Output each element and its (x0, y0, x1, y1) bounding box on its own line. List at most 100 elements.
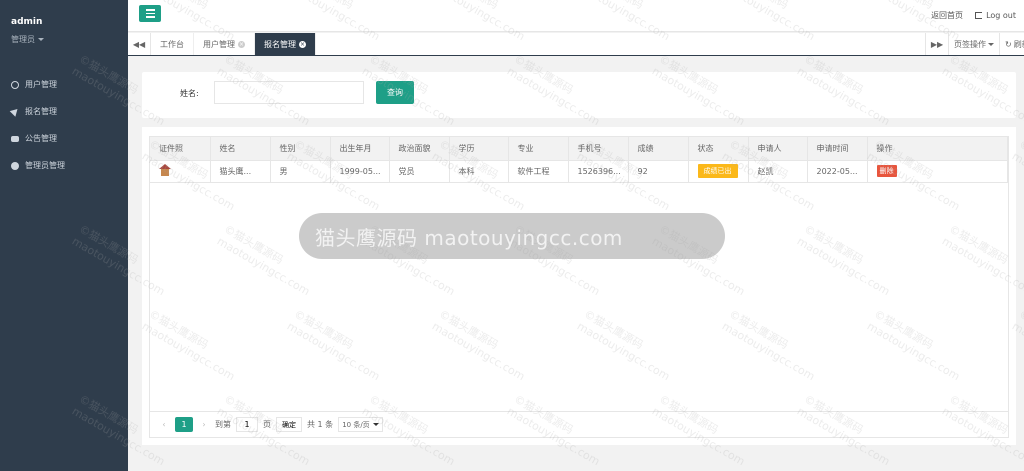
total-count: 共 1 条 (307, 420, 334, 429)
column-header[interactable]: 申请时间 (807, 137, 868, 161)
chevron-down-icon (988, 42, 994, 46)
home-link[interactable]: 返回首页 (931, 10, 963, 21)
page-size-select[interactable]: 10 条/页 (338, 417, 383, 432)
double-chevron-right-icon: ▶▶ (930, 39, 944, 49)
column-header[interactable]: 专业 (508, 137, 569, 161)
next-page-icon[interactable]: › (198, 420, 210, 429)
chevron-down-icon (372, 423, 379, 426)
data-table-container: 证件照 姓名 性别 出生年月 政治面貌 学历 专业 手机号 成绩 状态 申请人 … (149, 136, 1009, 438)
status-cell: 成绩已出 (688, 160, 749, 183)
tab-user-management[interactable]: 用户管理 × (194, 33, 255, 55)
sidebar-item-label: 用户管理 (25, 80, 57, 89)
photo-body (161, 169, 169, 176)
username: admin (11, 17, 43, 27)
sidebar-item-announcements[interactable]: 公告管理 (0, 125, 128, 152)
photo-cell[interactable] (150, 160, 211, 183)
education-cell: 本科 (449, 160, 509, 183)
apply-time-cell: 2022-05... (807, 160, 868, 183)
name-label: 姓名: (180, 89, 199, 98)
prev-page-icon[interactable]: ‹ (158, 420, 170, 429)
user-icon (11, 80, 19, 89)
tab-label: 报名管理 (264, 39, 296, 49)
refresh-label: 刷新 (1013, 39, 1024, 49)
table-header-row: 证件照 姓名 性别 出生年月 政治面貌 学历 专业 手机号 成绩 状态 申请人 … (150, 137, 1008, 161)
search-panel: 姓名: 查询 (142, 72, 1016, 118)
watermark-overlay: 猫头鹰源码 maotouyingcc.com (299, 213, 725, 259)
gender-cell: 男 (270, 160, 331, 183)
goto-confirm-button[interactable]: 确定 (276, 417, 302, 432)
action-cell: 删除 (867, 160, 1008, 183)
close-icon[interactable]: × (238, 40, 245, 48)
top-header: 返回首页 Log out (128, 0, 1024, 32)
menu-toggle-button[interactable] (139, 5, 161, 22)
sidebar: admin 管理员 用户管理 报名管理 公告管理 管理员管理 (0, 0, 128, 471)
major-cell: 软件工程 (508, 160, 569, 183)
logout-link[interactable]: Log out (975, 10, 1016, 21)
delete-button[interactable]: 删除 (876, 165, 897, 177)
page-unit-label: 页 (263, 420, 271, 429)
hamburger-line (145, 12, 155, 15)
header-actions: 返回首页 Log out (931, 10, 1016, 21)
column-header[interactable]: 证件照 (150, 137, 211, 161)
status-badge: 成绩已出 (697, 164, 738, 178)
role-label: 管理员 (11, 35, 35, 44)
column-header[interactable]: 状态 (688, 137, 749, 161)
column-header[interactable]: 申请人 (748, 137, 808, 161)
role-dropdown[interactable]: 管理员 (11, 34, 128, 45)
logout-icon (975, 12, 983, 19)
tab-label: 工作台 (160, 39, 184, 49)
tab-ops-dropdown[interactable]: 页签操作 (948, 33, 999, 55)
name-cell: 猫头鹰... (210, 160, 271, 183)
sidebar-item-label: 公告管理 (25, 134, 57, 143)
tab-spacer (316, 33, 925, 55)
sidebar-item-label: 报名管理 (25, 107, 57, 116)
column-header[interactable]: 出生年月 (330, 137, 390, 161)
admin-icon (11, 161, 19, 170)
pagination: ‹ 1 › 到第 页 确定 共 1 条 10 条/页 (150, 411, 1008, 437)
column-header[interactable]: 成绩 (628, 137, 689, 161)
hamburger-line (145, 16, 155, 18)
name-search-input[interactable] (214, 81, 364, 104)
double-chevron-left-icon: ◀◀ (132, 39, 146, 49)
send-icon (9, 106, 21, 117)
sidebar-item-label: 管理员管理 (25, 161, 65, 170)
column-header[interactable]: 性别 (270, 137, 331, 161)
tab-registration-management[interactable]: 报名管理 × (255, 33, 316, 55)
column-header[interactable]: 政治面貌 (389, 137, 450, 161)
id-photo-thumbnail[interactable] (159, 164, 171, 176)
applicant-cell: 赵凯 (748, 160, 808, 183)
tab-label: 用户管理 (203, 39, 235, 49)
tab-ops-label: 页签操作 (954, 39, 986, 49)
hamburger-icon (145, 9, 155, 11)
tab-bar: ◀◀ 工作台 用户管理 × 报名管理 × ▶▶ 页签操作 ↻ 刷新 (128, 33, 1024, 56)
table-row[interactable]: 猫头鹰... 男 1999-05... 党员 本科 软件工程 1526396..… (150, 160, 1008, 183)
refresh-icon: ↻ (1005, 39, 1012, 49)
chat-icon (11, 135, 19, 142)
logout-label: Log out (986, 11, 1016, 20)
political-cell: 党员 (389, 160, 450, 183)
column-header[interactable]: 学历 (449, 137, 509, 161)
phone-cell: 1526396... (568, 160, 629, 183)
tab-workbench[interactable]: 工作台 (151, 33, 194, 55)
tab-scroll-left-button[interactable]: ◀◀ (128, 33, 151, 55)
score-cell: 92 (628, 160, 689, 183)
sidebar-item-admins[interactable]: 管理员管理 (0, 152, 128, 179)
column-header[interactable]: 姓名 (210, 137, 271, 161)
registration-table: 证件照 姓名 性别 出生年月 政治面貌 学历 专业 手机号 成绩 状态 申请人 … (150, 137, 1008, 183)
chevron-down-icon (38, 38, 44, 41)
birth-cell: 1999-05... (330, 160, 390, 183)
sidebar-item-users[interactable]: 用户管理 (0, 71, 128, 98)
column-header[interactable]: 操作 (867, 137, 1008, 161)
close-icon[interactable]: × (299, 40, 306, 48)
tab-refresh-button[interactable]: ↻ 刷新 (999, 33, 1024, 55)
sidebar-item-registration[interactable]: 报名管理 (0, 98, 128, 125)
current-page-button[interactable]: 1 (175, 417, 193, 432)
search-button[interactable]: 查询 (376, 81, 414, 104)
goto-label: 到第 (215, 420, 231, 429)
page-size-value: 10 条/页 (342, 420, 370, 429)
user-panel: admin 管理员 (0, 0, 128, 45)
tab-scroll-right-button[interactable]: ▶▶ (925, 33, 948, 55)
column-header[interactable]: 手机号 (568, 137, 629, 161)
table-panel: 证件照 姓名 性别 出生年月 政治面貌 学历 专业 手机号 成绩 状态 申请人 … (142, 127, 1016, 445)
goto-page-input[interactable] (236, 417, 258, 432)
